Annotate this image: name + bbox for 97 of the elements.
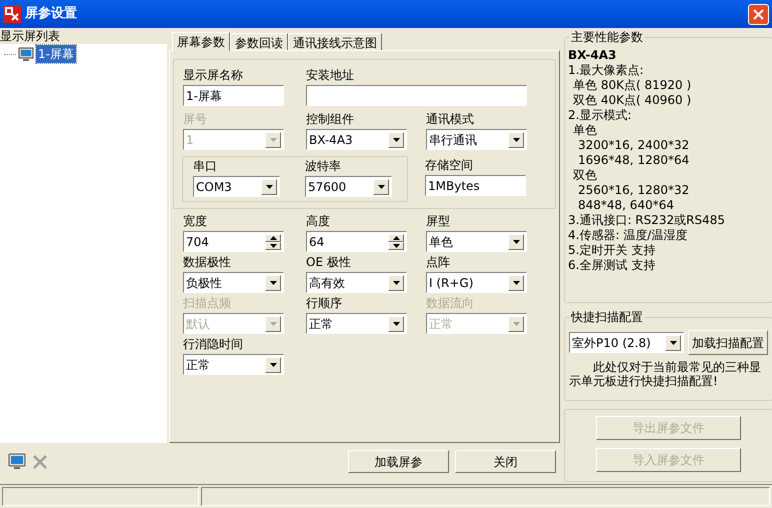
caret-icon (512, 280, 520, 284)
caret-icon (670, 340, 676, 344)
text-field[interactable]: 1MBytes (425, 175, 526, 196)
dropdown-field[interactable]: COM3 (193, 176, 280, 197)
caret-icon (270, 280, 276, 284)
field-label: 波特率 (305, 159, 342, 173)
up-arrow-icon (270, 236, 276, 240)
dropdown-button[interactable] (388, 132, 404, 148)
caret-icon (512, 240, 520, 244)
dropdown-field[interactable]: 单色 (426, 231, 527, 252)
field-label: 扫描点频 (183, 296, 232, 310)
caret-icon (392, 280, 400, 284)
window-title: 屏参设置 (25, 5, 77, 24)
caret-icon (512, 322, 520, 326)
caret-icon (270, 362, 276, 366)
dropdown-button[interactable] (388, 316, 404, 332)
dropdown-field[interactable]: 高有效 (306, 272, 407, 293)
spec-line: 4.传感器: 温度/温湿度 (568, 228, 688, 243)
group-title: 主要性能参数 (570, 30, 644, 44)
spin-field[interactable]: 704 (183, 231, 284, 252)
field-label: 存储空间 (425, 158, 474, 172)
monitor-icon[interactable] (8, 453, 26, 470)
dialog-button[interactable]: 加载屏参 (348, 450, 449, 473)
down-arrow-icon (270, 244, 276, 248)
spec-line: 848*48, 640*64 (577, 198, 675, 213)
field-label: 控制组件 (306, 112, 355, 126)
field-label: 串口 (193, 159, 218, 173)
load-scan-button[interactable]: 加载扫描配置 (688, 330, 768, 355)
dropdown-button[interactable] (665, 334, 681, 350)
caret-icon (266, 184, 272, 188)
spec-line: 单色 80K点( 81920 ) (572, 78, 692, 93)
dropdown-button[interactable] (265, 356, 281, 372)
close-icon (753, 8, 764, 20)
dropdown-button[interactable] (265, 274, 281, 290)
spec-line: 3200*16, 2400*32 (577, 138, 690, 153)
spec-line: 双色 (572, 168, 598, 183)
spec-line: 单色 (572, 123, 598, 138)
caret-icon (378, 184, 384, 188)
field-label: 点阵 (426, 255, 451, 269)
field-label: 显示屏名称 (183, 68, 244, 82)
dialog-button[interactable]: 关闭 (455, 450, 556, 473)
dropdown-button[interactable] (388, 274, 404, 290)
tab[interactable]: 通讯接线示意图 (288, 33, 382, 50)
caret-icon (392, 138, 400, 142)
field-label: 宽度 (183, 214, 208, 228)
dropdown-button[interactable] (261, 178, 277, 194)
spec-line: 3.通讯接口: RS232或RS485 (568, 213, 726, 228)
text-field[interactable] (306, 85, 527, 106)
spin-field[interactable]: 64 (306, 231, 407, 252)
monitor-icon (18, 46, 34, 62)
tab[interactable]: 参数回读 (230, 33, 288, 50)
spin-up-button[interactable] (388, 234, 404, 242)
dropdown-field[interactable]: BX-4A3 (306, 129, 407, 150)
down-arrow-icon (392, 244, 400, 248)
dropdown-field[interactable]: 正常 (183, 354, 284, 375)
spec-line: 2560*16, 1280*32 (577, 183, 690, 198)
dropdown-field[interactable]: 负极性 (183, 272, 284, 293)
field-label: 数据极性 (183, 255, 232, 269)
spec-line: 1696*48, 1280*64 (577, 153, 690, 168)
field-label: 屏号 (183, 112, 208, 126)
field-label: 高度 (306, 214, 331, 228)
group-title: 快捷扫描配置 (570, 310, 644, 324)
field-label: OE 极性 (306, 255, 352, 269)
field-label: 行顺序 (306, 296, 343, 310)
dropdown-field[interactable]: 串行通讯 (426, 129, 527, 150)
tree-item[interactable]: 1-屏幕 (36, 45, 76, 63)
tab[interactable]: 屏幕参数 (172, 32, 230, 51)
field-label: 行消隐时间 (183, 337, 244, 351)
dropdown-field[interactable]: 57600 (305, 176, 392, 197)
dropdown-button[interactable] (373, 178, 389, 194)
app-logo-icon (3, 5, 21, 23)
caret-icon (270, 322, 276, 326)
dropdown-field[interactable]: 正常 (306, 313, 407, 334)
model-name: BX-4A3 (568, 48, 618, 63)
spec-line: 2.显示模式: (568, 108, 632, 123)
caret-icon (392, 322, 400, 326)
close-button[interactable] (748, 4, 769, 24)
field-label: 通讯模式 (426, 112, 475, 126)
dropdown-field[interactable]: 室外P10 (2.8) (569, 332, 684, 353)
caret-icon (270, 138, 276, 142)
spec-line: 6.全屏测试 支持 (568, 258, 656, 273)
up-arrow-icon (392, 236, 400, 240)
dropdown-button[interactable] (508, 274, 524, 290)
field-label: 数据流向 (426, 296, 475, 310)
note-text: 此处仅对于当前最常见的三种显示单元板进行快捷扫描配置! (569, 360, 762, 388)
field-label: 安装地址 (306, 68, 355, 82)
text-field[interactable]: 1-屏幕 (183, 85, 284, 106)
spec-line: 5.定时开关 支持 (568, 243, 656, 258)
spin-up-button[interactable] (265, 234, 281, 242)
spec-line: 双色 40K点( 40960 ) (572, 93, 692, 108)
dropdown-button[interactable] (508, 132, 524, 148)
field-label: 屏型 (426, 214, 451, 228)
spec-line: 1.最大像素点: (568, 63, 644, 78)
list-heading: 显示屏列表 (0, 28, 61, 44)
dropdown-button[interactable] (508, 234, 524, 250)
dropdown-field[interactable]: I (R+G) (426, 272, 527, 293)
caret-icon (512, 138, 520, 142)
